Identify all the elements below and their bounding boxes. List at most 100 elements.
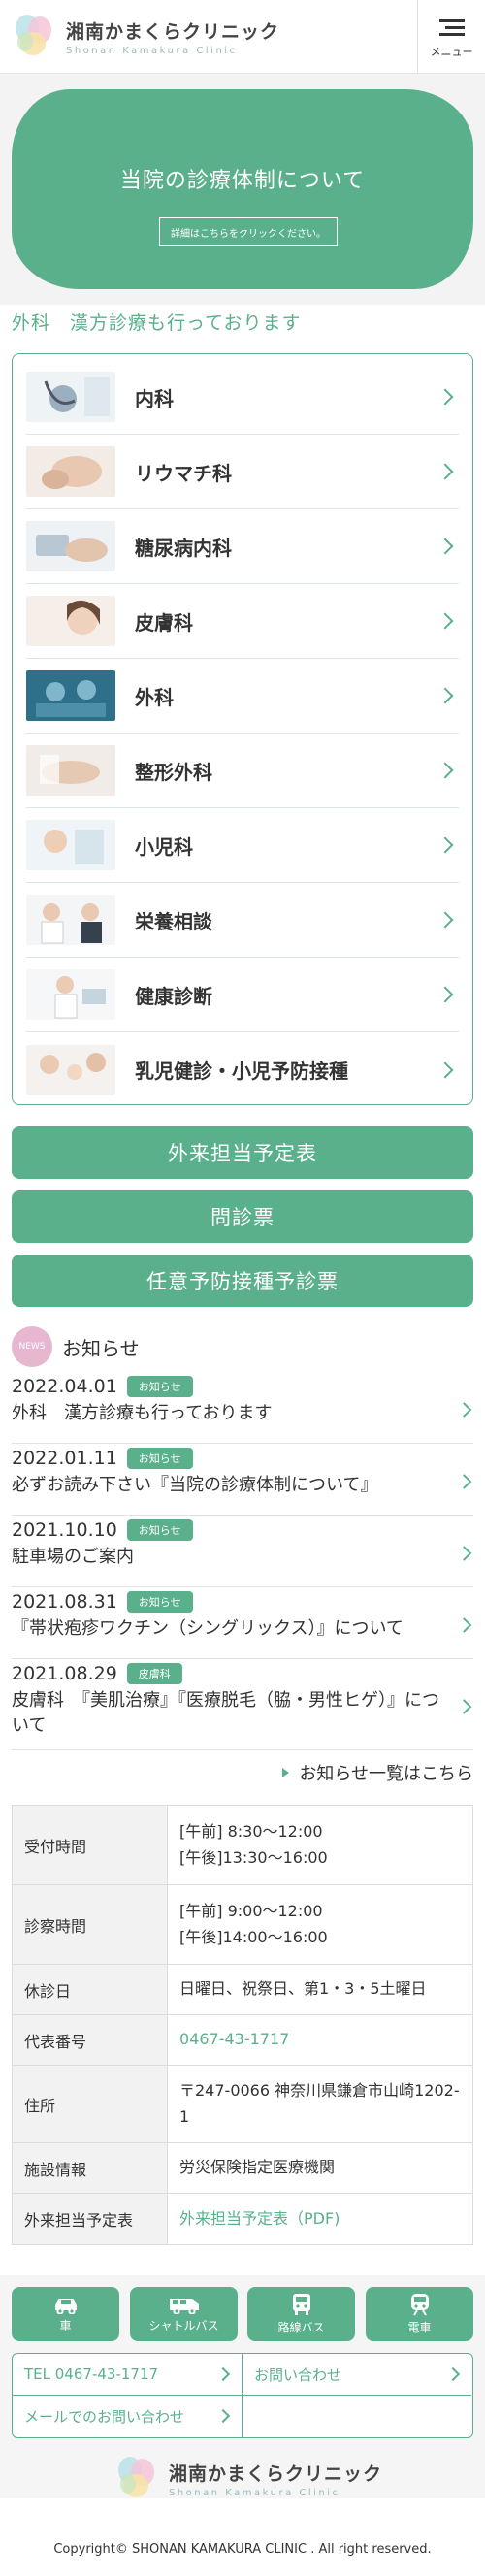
access-label: 路線バス: [277, 2321, 325, 2334]
logo-english-text: Shonan Kamakura Clinic: [66, 46, 238, 56]
contact-tel-label: TEL 0467-43-1717: [24, 2365, 159, 2383]
contact-inquiry-label: お問い合わせ: [254, 2365, 342, 2384]
chevron-right-icon: [436, 986, 454, 1003]
hamburger-icon: [438, 16, 465, 40]
info-label: 住所: [13, 2066, 168, 2142]
chevron-right-icon: [445, 2366, 461, 2382]
info-label: 施設情報: [13, 2143, 168, 2193]
news-date: 2021.08.29: [12, 1663, 117, 1684]
triangle-right-icon: [282, 1768, 290, 1777]
department-list: 内科 リウマチ科 糖尿病内科 皮膚科 外科 整形外科 小児科 栄養相談 健康診断: [12, 353, 473, 1105]
news-title: お知らせ: [62, 1336, 140, 1360]
department-label: 外科: [135, 685, 174, 709]
info-label: 診察時間: [13, 1885, 168, 1964]
info-line: [午後]14:00〜16:00: [179, 1927, 328, 1946]
footer-logo-english: Shonan Kamakura Clinic: [169, 2488, 340, 2498]
info-row: 外来担当予定表 外来担当予定表（PDF): [13, 2194, 472, 2244]
department-item-pediatrics[interactable]: 小児科: [26, 808, 459, 883]
footer-logo[interactable]: 湘南かまくらクリニック Shonan Kamakura Clinic: [114, 2455, 382, 2503]
news-badge: お知らせ: [126, 1448, 193, 1469]
department-label: 乳児健診・小児予防接種: [135, 1060, 348, 1083]
chevron-right-icon: [215, 2366, 231, 2382]
news-item[interactable]: 2021.08.29 皮膚科 皮膚科 『美肌治療』『医療脱毛（脇・男性ヒゲ）』につ…: [12, 1663, 473, 1750]
access-train-button[interactable]: 電車: [366, 2287, 473, 2341]
hero-detail-button[interactable]: 詳細はこちらをクリックください。: [159, 217, 338, 246]
news-date: 2021.10.10: [12, 1519, 117, 1541]
access-label: シャトルバス: [148, 2319, 219, 2332]
news-text: 駐車場のご案内: [12, 1547, 134, 1567]
department-item-dermatology[interactable]: 皮膚科: [26, 584, 459, 659]
department-item-diabetes[interactable]: 糖尿病内科: [26, 509, 459, 584]
department-label: リウマチ科: [135, 461, 232, 485]
questionnaire-button[interactable]: 問診票: [12, 1190, 473, 1243]
vaccine-questionnaire-button[interactable]: 任意予防接種予診票: [12, 1255, 473, 1307]
info-value: 〒247-0066 神奈川県鎌倉市山崎1202-1: [179, 2081, 460, 2126]
info-value: 日曜日、祝祭日、第1・3・5土曜日: [179, 1979, 427, 1999]
news-item[interactable]: 2021.10.10 お知らせ 駐車場のご案内: [12, 1519, 473, 1587]
chevron-right-icon: [436, 463, 454, 480]
access-bus-button[interactable]: 路線バス: [247, 2287, 355, 2341]
nutrition-consult-photo-icon: [26, 895, 115, 945]
info-row: 代表番号 0467-43-1717: [13, 2015, 472, 2066]
contact-mail[interactable]: メールでのお問い合わせ: [13, 2396, 242, 2437]
chevron-right-icon: [436, 836, 454, 854]
department-item-health-checkup[interactable]: 健康診断: [26, 958, 459, 1032]
access-label: 電車: [407, 2321, 432, 2334]
hero-banner: 当院の診療体制について 詳細はこちらをクリックください。: [0, 74, 485, 305]
news-date: 2022.01.11: [12, 1448, 117, 1469]
info-row: 休診日 日曜日、祝祭日、第1・3・5土曜日: [13, 1965, 472, 2015]
copyright-text: Copyright© SHONAN KAMAKURA CLINIC . All …: [53, 2542, 432, 2557]
department-item-internal-medicine[interactable]: 内科: [26, 360, 459, 435]
site-header: 湘南かまくらクリニック Shonan Kamakura Clinic メニュー: [0, 0, 485, 74]
schedule-pdf-link[interactable]: 外来担当予定表（PDF): [168, 2194, 472, 2244]
schedule-button[interactable]: 外来担当予定表: [12, 1126, 473, 1179]
department-label: 栄養相談: [135, 909, 212, 933]
stethoscope-photo-icon: [26, 372, 115, 422]
news-badge: お知らせ: [126, 1519, 193, 1541]
news-item[interactable]: 2022.01.11 お知らせ 必ずお読み下さい『当院の診療体制について』: [12, 1448, 473, 1516]
department-label: 皮膚科: [135, 610, 193, 635]
site-logo[interactable]: 湘南かまくらクリニック Shonan Kamakura Clinic: [12, 10, 279, 64]
news-all-link[interactable]: お知らせ一覧はこちら: [282, 1760, 473, 1785]
news-badge: お知らせ: [126, 1591, 193, 1613]
info-line: [午前] 8:30〜12:00: [179, 1822, 323, 1842]
news-text: 外科 漢方診療も行っております: [12, 1403, 273, 1423]
info-row: 受付時間 [午前] 8:30〜12:00 [午後]13:30〜16:00: [13, 1806, 472, 1885]
info-value: [午前] 8:30〜12:00 [午後]13:30〜16:00: [168, 1806, 472, 1884]
menu-button[interactable]: メニュー: [417, 0, 485, 74]
department-item-surgery[interactable]: 外科: [26, 659, 459, 734]
clinic-logo-icon: [118, 2457, 154, 2497]
access-car-button[interactable]: 車: [12, 2287, 119, 2341]
news-badge: 皮膚科: [126, 1663, 182, 1684]
contact-inquiry[interactable]: お問い合わせ: [242, 2354, 471, 2396]
info-value: 労災保険指定医療機関: [179, 2158, 336, 2177]
bus-icon: [292, 2294, 310, 2315]
headline-notice[interactable]: 外科 漢方診療も行っております: [12, 309, 301, 335]
department-label: 小児科: [135, 834, 193, 859]
contact-tel[interactable]: TEL 0467-43-1717: [13, 2354, 242, 2396]
news-icon: NEWS: [12, 1326, 52, 1367]
department-item-infant-checkup[interactable]: 乳児健診・小児予防接種: [26, 1032, 459, 1107]
contact-box: TEL 0467-43-1717 お問い合わせ メールでのお問い合わせ: [12, 2353, 473, 2438]
orthopedics-photo-icon: [26, 745, 115, 796]
chevron-right-icon: [436, 911, 454, 929]
phone-link[interactable]: 0467-43-1717: [168, 2015, 472, 2065]
access-label: 車: [59, 2319, 72, 2332]
news-item[interactable]: 2021.08.31 お知らせ 『帯状疱疹ワクチン（シングリックス）』について: [12, 1591, 473, 1659]
train-icon: [410, 2294, 429, 2316]
department-item-rheumatology[interactable]: リウマチ科: [26, 435, 459, 509]
info-row: 施設情報 労災保険指定医療機関: [13, 2143, 472, 2194]
news-date: 2021.08.31: [12, 1591, 117, 1613]
access-shuttle-button[interactable]: シャトルバス: [130, 2287, 238, 2341]
clinic-logo-icon: [16, 15, 51, 55]
chevron-right-icon: [436, 1061, 454, 1078]
info-label: 外来担当予定表: [13, 2194, 168, 2244]
news-all-label: お知らせ一覧はこちら: [299, 1764, 473, 1784]
hero-blob: 当院の診療体制について 詳細はこちらをクリックください。: [12, 89, 473, 289]
department-item-orthopedics[interactable]: 整形外科: [26, 734, 459, 808]
pediatrics-photo-icon: [26, 820, 115, 870]
department-item-nutrition[interactable]: 栄養相談: [26, 883, 459, 958]
news-text: 皮膚科 『美肌治療』『医療脱毛（脇・男性ヒゲ）』について: [12, 1690, 439, 1737]
news-item[interactable]: 2022.04.01 お知らせ 外科 漢方診療も行っております: [12, 1376, 473, 1444]
news-text: 必ずお読み下さい『当院の診療体制について』: [12, 1475, 378, 1495]
